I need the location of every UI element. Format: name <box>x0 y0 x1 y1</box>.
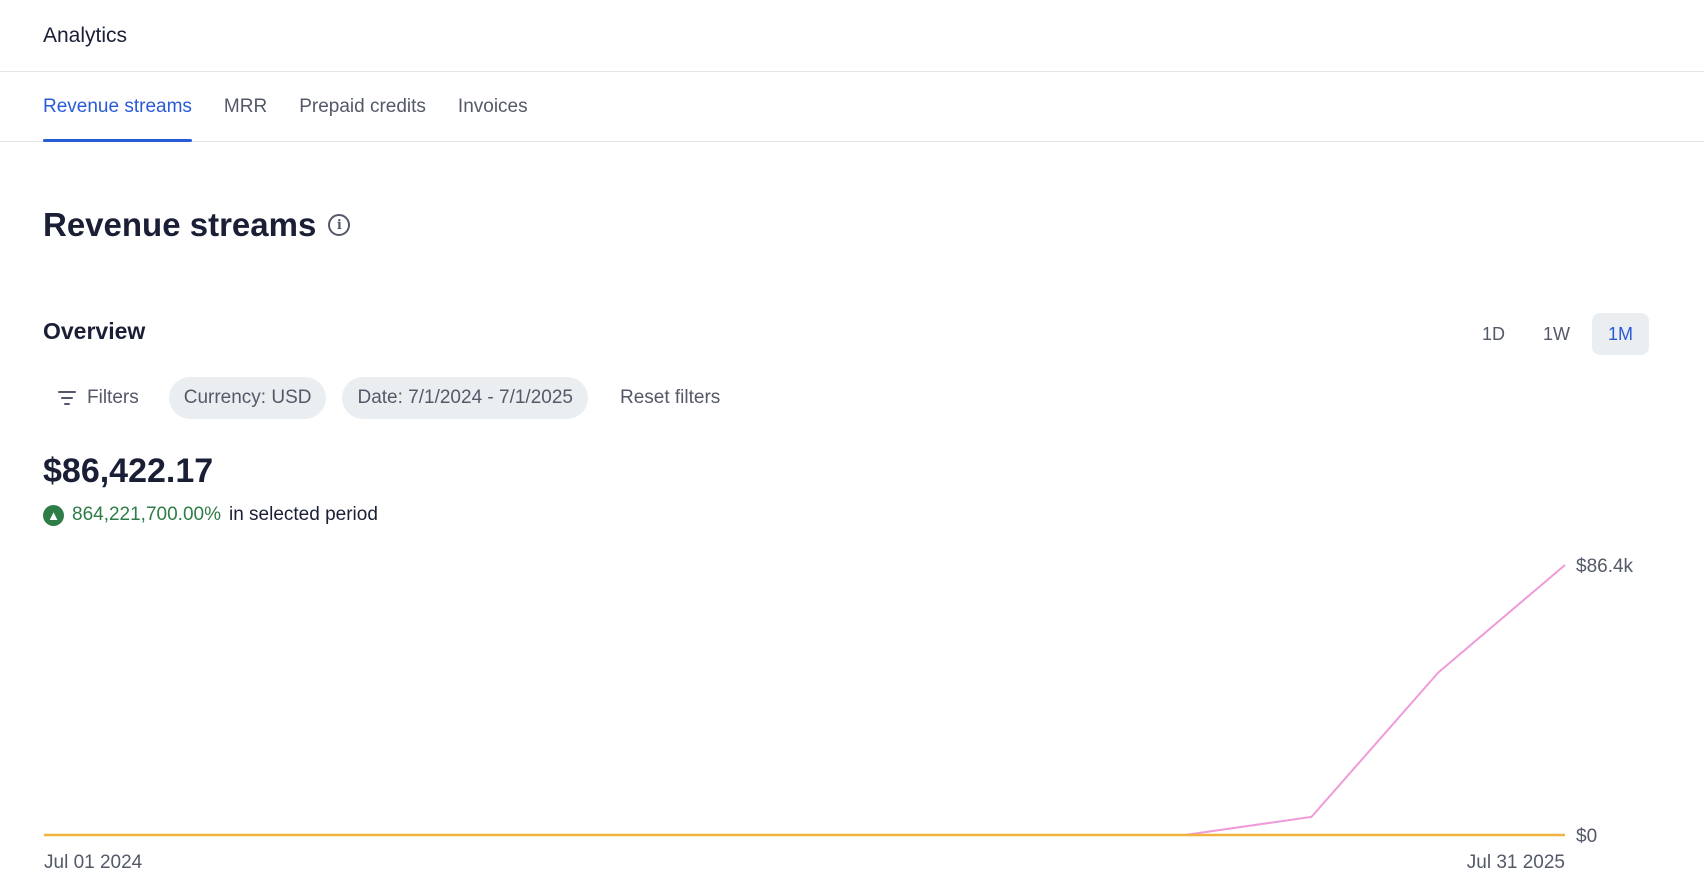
x-tick-label: Jul 31 2025 <box>1467 852 1565 873</box>
y-tick-label: $86.4k <box>1576 556 1634 577</box>
tab-revenue-streams[interactable]: Revenue streams <box>43 71 192 142</box>
range-1w-button[interactable]: 1W <box>1527 313 1586 355</box>
currency-filter-pill[interactable]: Currency: USD <box>168 377 327 419</box>
tab-invoices[interactable]: Invoices <box>458 71 528 141</box>
total-amount: $86,422.17 <box>43 452 214 490</box>
range-1m-button[interactable]: 1M <box>1591 313 1649 355</box>
date-filter-pill[interactable]: Date: 7/1/2024 - 7/1/2025 <box>342 377 588 419</box>
series-line-0[interactable] <box>44 564 1566 836</box>
filters-button[interactable]: Filters <box>43 377 153 419</box>
arrow-up-circle-icon: ▲ <box>43 504 64 526</box>
page-header: Revenue streams i <box>43 206 351 244</box>
tab-prepaid-credits[interactable]: Prepaid credits <box>299 71 426 141</box>
info-circle-icon[interactable]: i <box>328 214 351 236</box>
tab-mrr[interactable]: MRR <box>224 71 267 141</box>
tab-bar: Revenue streams MRR Prepaid credits Invo… <box>0 72 1704 142</box>
change-summary: ▲ 864,221,700.00% in selected period <box>43 504 378 526</box>
range-1d-button[interactable]: 1D <box>1466 313 1521 355</box>
app-title: Analytics <box>43 23 128 47</box>
change-suffix: in selected period <box>228 504 378 525</box>
y-tick-label: $0 <box>1576 826 1597 847</box>
page-title: Revenue streams <box>43 206 317 243</box>
filters-row: Filters Currency: USD Date: 7/1/2024 - 7… <box>43 377 736 419</box>
filters-label: Filters <box>87 387 139 408</box>
top-bar: Analytics <box>0 0 1704 72</box>
reset-filters-button[interactable]: Reset filters <box>604 387 736 409</box>
x-tick-label: Jul 01 2024 <box>44 852 143 873</box>
change-percentage: 864,221,700.00% <box>72 504 221 525</box>
time-range-selector: 1D 1W 1M <box>1466 313 1649 355</box>
revenue-line-chart[interactable]: $86.4k $0 Jul 01 2024 Jul 31 2025 <box>0 540 1704 880</box>
filter-lines-icon <box>57 391 77 405</box>
overview-title: Overview <box>43 318 146 344</box>
